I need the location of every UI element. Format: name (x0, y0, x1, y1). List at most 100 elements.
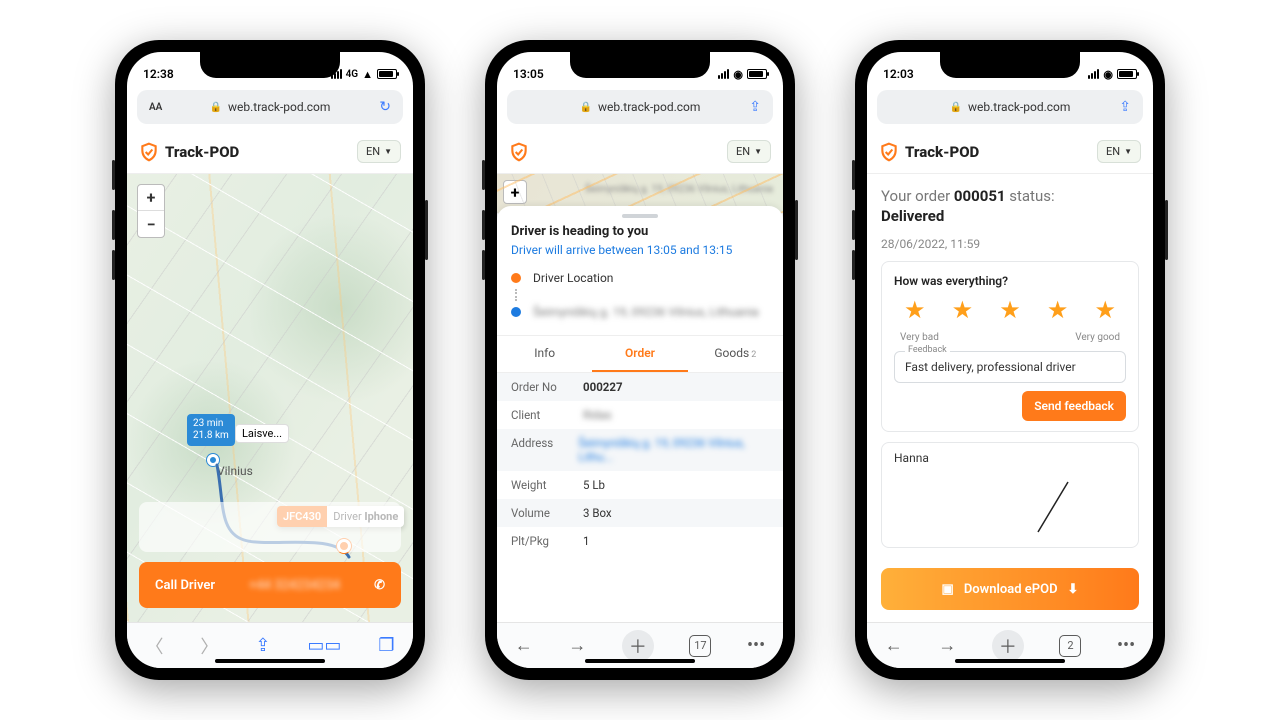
download-epod-button[interactable]: ▣ Download ePOD ⬇ (881, 568, 1139, 610)
back-icon[interactable]: 〈 (145, 633, 163, 659)
star-4[interactable]: ★ (1047, 296, 1069, 324)
browser-url-bar[interactable]: 🔒 web.track-pod.com ⇪ (877, 90, 1143, 124)
order-status-heading: Your order 000051 status: Delivered (881, 186, 1139, 227)
forward-icon[interactable]: → (938, 635, 956, 656)
tab-goods[interactable]: Goods2 (688, 336, 783, 372)
menu-icon[interactable]: ••• (1117, 635, 1135, 656)
v-address: Šeimyniškių g. 19, 09236 Vilnius, Lithu.… (578, 436, 769, 464)
sheet-grabber[interactable] (622, 214, 658, 218)
tab-count[interactable]: 2 (1059, 635, 1081, 657)
driver-location-row: Driver Location (497, 267, 783, 289)
status-time: 13:05 (513, 67, 544, 81)
share-icon[interactable]: ⇪ (1119, 99, 1131, 115)
back-icon[interactable]: ← (515, 635, 533, 656)
order-number: 000051 (954, 187, 1006, 205)
language-selector[interactable]: EN ▼ (357, 140, 401, 163)
eta-text: Driver will arrive between 13:05 and 13:… (497, 239, 783, 267)
rating-stars: ★ ★ ★ ★ ★ (894, 296, 1126, 324)
reader-button[interactable]: AA (149, 102, 162, 113)
route-connector-icon (515, 289, 783, 301)
k-orderno: Order No (511, 380, 583, 394)
download-label: Download ePOD (964, 582, 1058, 597)
browser-url-bar[interactable]: 🔒 web.track-pod.com ⇪ (507, 90, 773, 124)
sheet-peek[interactable] (139, 502, 401, 552)
k-client: Client (511, 408, 583, 422)
place-label: Laisve... (235, 424, 289, 443)
signer-name: Hanna (894, 451, 1126, 465)
home-indicator[interactable] (215, 659, 325, 663)
status-mid: status: (1006, 187, 1055, 205)
lock-icon: 🔒 (580, 102, 592, 113)
phone-notch (940, 52, 1080, 78)
chevron-down-icon: ▼ (754, 147, 762, 156)
language-selector[interactable]: EN ▼ (1097, 140, 1141, 163)
brand-logo[interactable]: Track-POD (879, 142, 979, 162)
map-view[interactable]: + − 23 min 21.8 km Laisve... Vilnius JFC… (127, 174, 413, 622)
home-indicator[interactable] (955, 659, 1065, 663)
language-selector[interactable]: EN ▼ (727, 140, 771, 163)
download-icon: ⬇ (1068, 582, 1079, 597)
bookmarks-icon[interactable]: ▭▭ (307, 635, 341, 656)
chevron-down-icon: ▼ (1124, 147, 1132, 156)
call-label: Call Driver (155, 578, 215, 593)
destination-dot-icon (511, 307, 521, 317)
v-weight: 5 Lb (583, 478, 605, 492)
route-info-pin: 23 min 21.8 km (187, 414, 235, 446)
forward-icon[interactable]: 〉 (200, 633, 218, 659)
order-sheet: Driver is heading to you Driver will arr… (497, 206, 783, 622)
zoom-out-button[interactable]: − (138, 211, 164, 237)
language-value: EN (1106, 145, 1120, 158)
signature-stroke (1028, 477, 1078, 537)
status-time: 12:03 (883, 67, 914, 81)
order-details-table: Order No000227 ClientRidas AddressŠeimyn… (497, 373, 783, 555)
star-3[interactable]: ★ (999, 296, 1021, 324)
back-icon[interactable]: ← (885, 635, 903, 656)
goods-count-badge: 2 (751, 350, 756, 360)
share-icon[interactable]: ⇪ (749, 99, 761, 115)
status-time: 12:38 (143, 67, 174, 81)
v-client: Ridas (583, 408, 612, 422)
feedback-text: Fast delivery, professional driver (905, 360, 1076, 374)
menu-icon[interactable]: ••• (747, 635, 765, 656)
wifi-icon: ▲ (362, 68, 373, 81)
star-1[interactable]: ★ (904, 296, 926, 324)
route-time: 23 min (193, 418, 229, 430)
share-icon[interactable]: ⇪ (255, 635, 270, 656)
tab-count[interactable]: 17 (689, 635, 711, 657)
url-text: web.track-pod.com (228, 100, 330, 114)
send-feedback-button[interactable]: Send feedback (1022, 391, 1126, 421)
home-indicator[interactable] (585, 659, 695, 663)
star-2[interactable]: ★ (952, 296, 974, 324)
signal-icon (1088, 69, 1099, 79)
zoom-controls: + − (137, 184, 165, 238)
browser-url-bar[interactable]: AA 🔒 web.track-pod.com ↻ (137, 90, 403, 124)
brand-logo[interactable]: Track-POD (139, 142, 239, 162)
tab-info[interactable]: Info (497, 336, 592, 372)
call-driver-button[interactable]: Call Driver +44 324234234 ✆ (139, 562, 401, 608)
v-plt: 1 (583, 534, 589, 548)
destination-address: Šeimyniškių g. 19, 09236 Vilnius, Lithua… (533, 305, 759, 319)
app-header: Track-POD EN ▼ (127, 130, 413, 174)
tab-order[interactable]: Order (592, 336, 687, 372)
status-value: Delivered (881, 207, 944, 225)
reload-icon[interactable]: ↻ (379, 99, 391, 115)
feedback-title: How was everything? (894, 274, 1126, 288)
new-tab-button[interactable]: ＋ (622, 630, 654, 662)
new-tab-button[interactable]: ＋ (992, 630, 1024, 662)
forward-icon[interactable]: → (568, 635, 586, 656)
battery-icon (377, 69, 397, 79)
star-5[interactable]: ★ (1094, 296, 1116, 324)
phone-frame-2: 13:05 ◉ 🔒 web.track-pod.com ⇪ EN ▼ + (485, 40, 795, 680)
battery-icon (1117, 69, 1137, 79)
brand-logo[interactable] (509, 142, 529, 162)
language-value: EN (736, 145, 750, 158)
destination-marker (207, 454, 219, 466)
v-orderno: 000227 (583, 380, 623, 394)
k-volume: Volume (511, 506, 583, 520)
zoom-in-button[interactable]: + (138, 185, 164, 211)
signature-card: Hanna (881, 442, 1139, 549)
delivery-timestamp: 28/06/2022, 11:59 (881, 237, 1139, 251)
feedback-input[interactable]: Feedback Fast delivery, professional dri… (894, 351, 1126, 383)
zoom-in-button[interactable]: + (503, 180, 527, 204)
tabs-icon[interactable]: ❐ (378, 635, 394, 656)
